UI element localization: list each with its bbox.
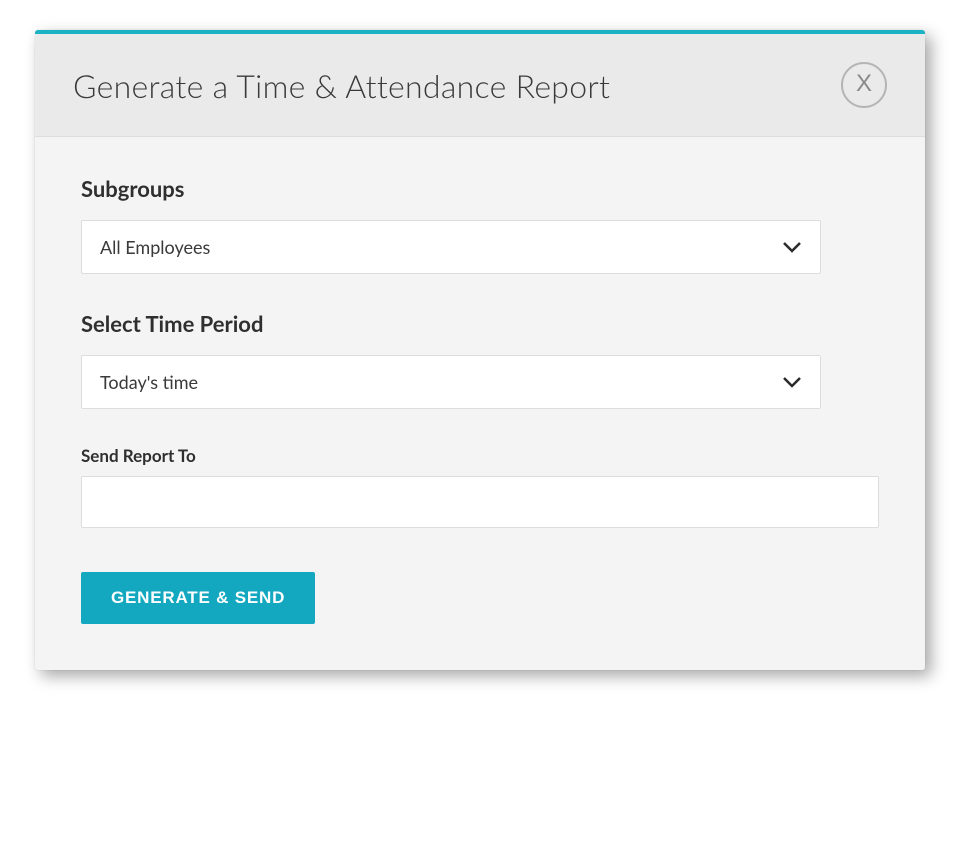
subgroups-selected-value: All Employees — [100, 236, 210, 258]
send-report-label: Send Report To — [81, 445, 879, 466]
generate-send-button[interactable]: GENERATE & SEND — [81, 572, 315, 624]
subgroups-field: Subgroups All Employees — [81, 175, 879, 274]
chevron-down-icon — [782, 372, 802, 392]
modal-title: Generate a Time & Attendance Report — [73, 66, 610, 105]
send-report-field: Send Report To — [81, 445, 879, 528]
modal-body: Subgroups All Employees Select Time Peri… — [35, 137, 925, 670]
close-button[interactable]: X — [841, 62, 887, 108]
send-report-input[interactable] — [81, 476, 879, 528]
subgroups-label: Subgroups — [81, 175, 879, 202]
subgroups-select[interactable]: All Employees — [81, 220, 821, 274]
chevron-down-icon — [782, 237, 802, 257]
modal-header: Generate a Time & Attendance Report X — [35, 34, 925, 137]
close-icon: X — [856, 72, 872, 96]
time-period-selected-value: Today's time — [100, 371, 198, 393]
time-period-select[interactable]: Today's time — [81, 355, 821, 409]
time-period-label: Select Time Period — [81, 310, 879, 337]
time-period-field: Select Time Period Today's time — [81, 310, 879, 409]
report-modal: Generate a Time & Attendance Report X Su… — [35, 30, 925, 670]
